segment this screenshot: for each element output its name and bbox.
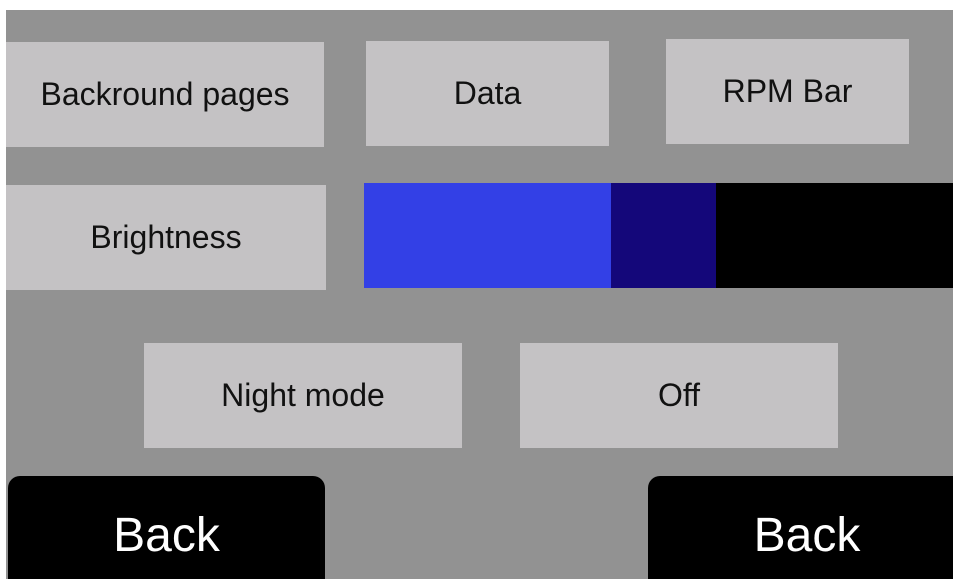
rpm-bar-button[interactable]: RPM Bar bbox=[666, 39, 909, 144]
brightness-label: Brightness bbox=[6, 185, 326, 290]
brightness-slider-handle[interactable] bbox=[611, 183, 716, 288]
night-mode-label: Night mode bbox=[144, 343, 462, 448]
night-mode-toggle[interactable]: Off bbox=[520, 343, 838, 448]
background-pages-button[interactable]: Backround pages bbox=[6, 42, 324, 147]
settings-screen: Backround pages Data RPM Bar Brightness … bbox=[6, 10, 953, 579]
back-button-left[interactable]: Back bbox=[8, 476, 325, 579]
back-button-right[interactable]: Back bbox=[648, 476, 953, 579]
brightness-slider-fill bbox=[364, 183, 611, 288]
data-button[interactable]: Data bbox=[366, 41, 609, 146]
brightness-slider[interactable] bbox=[364, 183, 953, 288]
